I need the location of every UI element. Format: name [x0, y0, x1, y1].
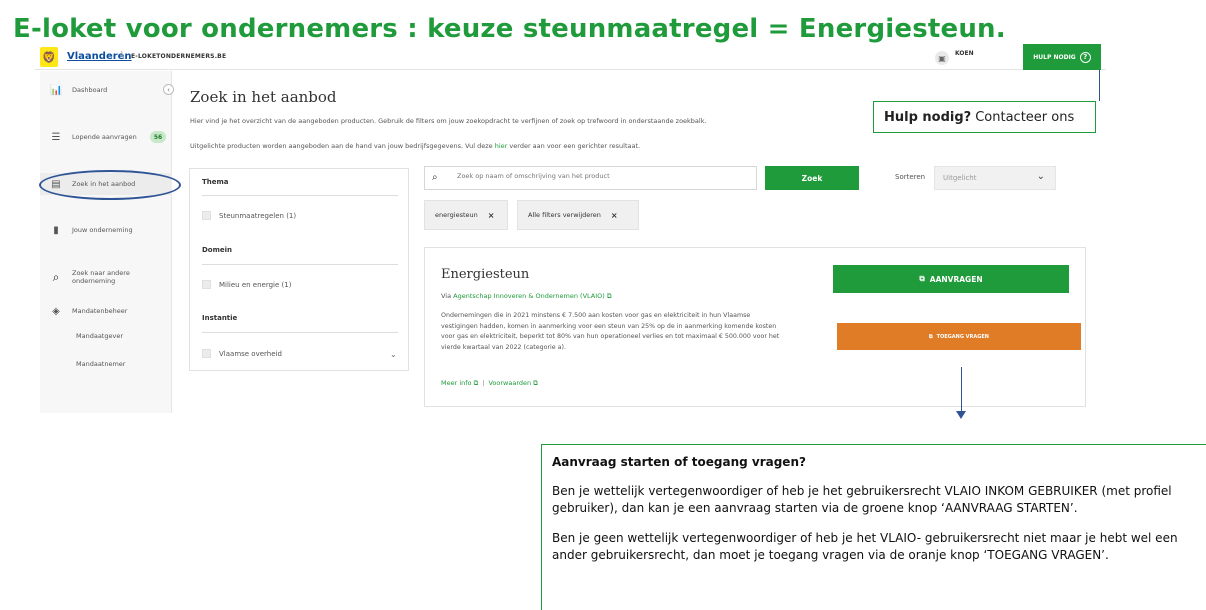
- agency-link[interactable]: Agentschap Innoveren & Ondernemen (VLAIO…: [453, 292, 605, 300]
- sidebar-item-label: Mandaatnemer: [76, 360, 126, 368]
- result-links: Meer info ⧉ | Voorwaarden ⧉: [441, 379, 538, 388]
- help-callout-text: Contacteer ons: [975, 109, 1075, 125]
- filter-option-label: Milieu en energie (1): [219, 280, 292, 289]
- intro-text-2-pre: Uitgelichte producten worden aangeboden …: [190, 142, 495, 150]
- question-circle-icon: ?: [1079, 51, 1091, 63]
- aanvragen-button[interactable]: ⧉ AANVRAGEN: [833, 265, 1069, 293]
- external-link-icon: ⧉: [606, 292, 612, 300]
- external-link-icon: ⧉: [473, 379, 479, 387]
- checkbox[interactable]: [202, 211, 211, 220]
- sort-label: Sorteren: [895, 173, 926, 181]
- filter-heading-instantie: Instantie: [202, 314, 238, 322]
- layers-icon: ◈: [52, 305, 60, 317]
- intro-text-2-post: verder aan voor een gerichter resultaat.: [507, 142, 641, 150]
- filter-chip-energiesteun[interactable]: energiesteun ×: [424, 200, 508, 230]
- sidebar-item-label: Mandatenbeheer: [72, 307, 128, 315]
- help-button[interactable]: HULP NODIG ?: [1023, 44, 1101, 70]
- divider: [202, 332, 398, 333]
- filter-option-label: Steunmaatregelen (1): [219, 211, 297, 220]
- info-paragraph-1: Ben je wettelijk vertegenwoordiger of he…: [552, 484, 1172, 515]
- brand-separator: \: [121, 50, 125, 61]
- aanvragen-label: AANVRAGEN: [929, 274, 983, 284]
- sidebar-item-label: Jouw onderneming: [72, 226, 133, 234]
- clear-filters-chip[interactable]: Alle filters verwijderen ×: [517, 200, 639, 230]
- page-title: Zoek in het aanbod: [190, 88, 337, 106]
- voorwaarden-link[interactable]: Voorwaarden: [488, 379, 531, 387]
- sort-value: Uitgelicht: [943, 174, 977, 182]
- result-via: Via Agentschap Innoveren & Ondernemen (V…: [441, 292, 612, 301]
- search-icon: ⌕: [52, 269, 60, 284]
- sidebar: ‹ 📊 Dashboard ☰ Lopende aanvragen 56 ▤ Z…: [40, 71, 174, 413]
- vlaanderen-logo-icon[interactable]: 🦁: [40, 47, 58, 67]
- brand-subtitle: E-LOKETONDERNEMERS.BE: [131, 53, 227, 60]
- building-icon: ▮: [53, 224, 59, 236]
- sidebar-item-label: Dashboard: [72, 86, 108, 94]
- sort-select[interactable]: Uitgelicht ⌄: [934, 166, 1056, 190]
- toegang-vragen-button[interactable]: ⧉ TOEGANG VRAGEN: [837, 323, 1081, 350]
- top-bar: 🦁 Vlaanderen \ E-LOKETONDERNEMERS.BE ▣ K…: [35, 44, 1106, 70]
- via-prefix: Via: [441, 292, 454, 300]
- search-button[interactable]: Zoek: [765, 166, 859, 190]
- list-icon: ☰: [51, 131, 61, 143]
- filter-heading-thema: Thema: [202, 178, 229, 186]
- arrow-connector: [961, 367, 962, 413]
- external-link-icon: ⧉: [929, 333, 933, 340]
- chart-icon: 📊: [50, 84, 63, 96]
- sidebar-item-label: Lopende aanvragen: [72, 133, 137, 141]
- result-title: Energiesteun: [441, 267, 530, 282]
- sidebar-item-jouw-onderneming[interactable]: ▮ Jouw onderneming: [40, 221, 172, 239]
- search-input[interactable]: [457, 172, 747, 180]
- external-link-icon: ⧉: [533, 379, 538, 387]
- user-name[interactable]: KOEN: [955, 50, 974, 57]
- slide-title: E-loket voor ondernemers : keuze steunma…: [13, 14, 1006, 44]
- chevron-down-icon: ⌄: [1036, 171, 1045, 182]
- info-paragraph-2: Ben je geen wettelijk vertegenwoordiger …: [552, 531, 1178, 562]
- info-callout: Aanvraag starten of toegang vragen? Ben …: [541, 444, 1206, 610]
- external-link-icon: ⧉: [919, 274, 925, 283]
- close-icon[interactable]: ×: [488, 211, 495, 220]
- chevron-down-icon[interactable]: ⌄: [390, 350, 397, 359]
- search-field[interactable]: ⌕: [424, 166, 757, 190]
- help-button-label: HULP NODIG: [1033, 53, 1076, 61]
- help-callout-bold: Hulp nodig?: [884, 109, 972, 125]
- sidebar-item-label: Zoek naar andere onderneming: [72, 269, 130, 285]
- sidebar-item-label: Mandaatgever: [76, 332, 123, 340]
- arrow-down-icon: [956, 411, 966, 419]
- slide: E-loket voor ondernemers : keuze steunma…: [0, 0, 1206, 610]
- chip-label: Alle filters verwijderen: [528, 211, 601, 219]
- filter-option-vlaamse-overheid[interactable]: Vlaamse overheid: [202, 349, 282, 358]
- meer-info-link[interactable]: Meer info: [441, 379, 472, 387]
- help-callout: Hulp nodig? Contacteer ons: [873, 101, 1096, 133]
- divider: [202, 195, 398, 196]
- user-icon[interactable]: ▣: [935, 51, 949, 65]
- divider: [202, 264, 398, 265]
- sidebar-item-lopende-aanvragen[interactable]: ☰ Lopende aanvragen 56: [40, 128, 172, 146]
- profile-link[interactable]: hier: [495, 142, 508, 150]
- intro-text: Hier vind je het overzicht van de aangeb…: [190, 117, 707, 125]
- search-icon: ⌕: [432, 172, 438, 183]
- checkbox[interactable]: [202, 280, 211, 289]
- callout-connector: [1099, 70, 1100, 101]
- close-icon[interactable]: ×: [611, 211, 618, 220]
- info-heading: Aanvraag starten of toegang vragen?: [552, 455, 806, 469]
- sidebar-item-mandatenbeheer[interactable]: ◈ Mandatenbeheer: [40, 303, 172, 319]
- sidebar-item-dashboard[interactable]: 📊 Dashboard: [40, 81, 172, 99]
- checkbox[interactable]: [202, 349, 211, 358]
- link-separator: |: [482, 379, 485, 387]
- sidebar-item-zoek-andere-onderneming[interactable]: ⌕ Zoek naar andere onderneming: [40, 266, 172, 288]
- filter-option-milieu-en-energie[interactable]: Milieu en energie (1): [202, 280, 291, 289]
- filter-option-steunmaatregelen[interactable]: Steunmaatregelen (1): [202, 211, 296, 220]
- highlight-ellipse: [39, 170, 181, 200]
- toegang-vragen-label: TOEGANG VRAGEN: [936, 333, 989, 340]
- result-card: Energiesteun Via Agentschap Innoveren & …: [424, 247, 1086, 407]
- filter-panel: Thema Steunmaatregelen (1) Domein Milieu…: [189, 168, 409, 371]
- sidebar-item-mandaatnemer[interactable]: Mandaatnemer: [40, 356, 172, 372]
- result-description: Ondernemingen die in 2021 minstens € 7.5…: [441, 312, 780, 351]
- intro-text-2: Uitgelichte producten worden aangeboden …: [190, 142, 640, 150]
- chip-label: energiesteun: [435, 211, 478, 219]
- sidebar-item-mandaatgever[interactable]: Mandaatgever: [40, 328, 172, 344]
- filter-heading-domein: Domein: [202, 246, 233, 254]
- count-badge: 56: [150, 131, 166, 143]
- filter-option-label: Vlaamse overheid: [219, 349, 282, 358]
